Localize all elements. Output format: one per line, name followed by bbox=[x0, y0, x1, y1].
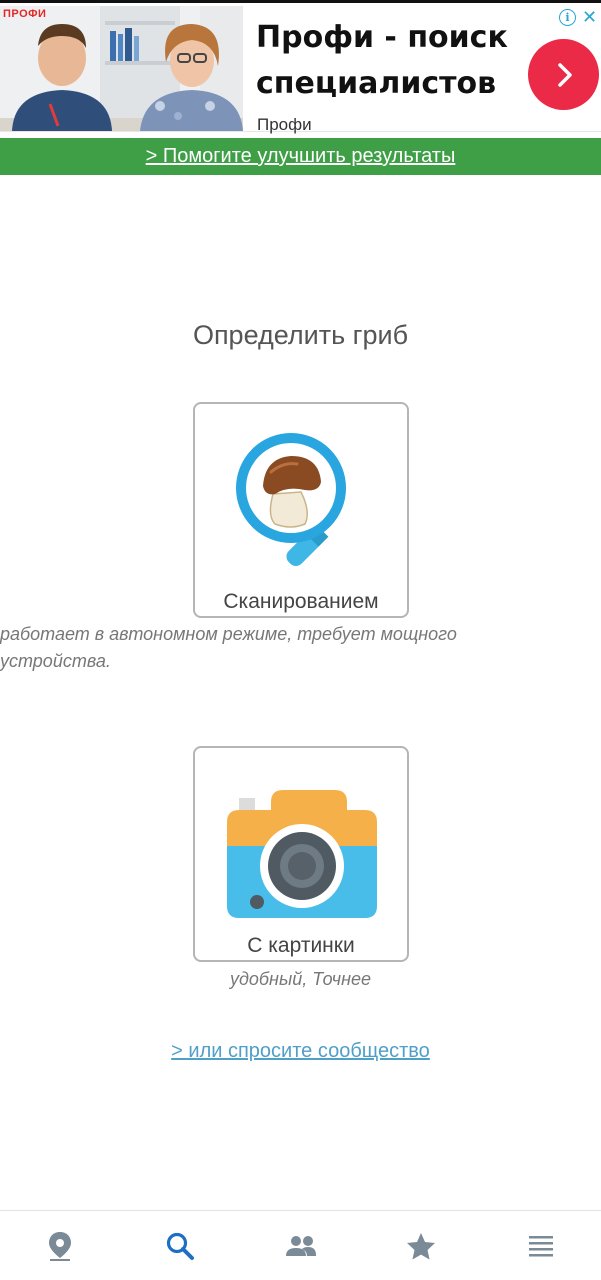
nav-item-search[interactable] bbox=[120, 1211, 240, 1280]
ad-info-icon[interactable]: i bbox=[559, 9, 576, 26]
mushroom-magnifier-icon bbox=[236, 433, 346, 566]
community-icon bbox=[285, 1235, 316, 1256]
feedback-banner: > Помогите улучшить результаты bbox=[0, 138, 601, 175]
photo-option-button[interactable]: С картинки bbox=[193, 746, 409, 962]
bottom-navigation bbox=[0, 1210, 601, 1280]
improve-results-link[interactable]: > Помогите улучшить результаты bbox=[146, 145, 456, 167]
chevron-right-icon bbox=[557, 62, 572, 87]
ad-brand-logo: ПРОФИ bbox=[3, 8, 47, 20]
ad-banner[interactable]: ПРОФИ Профи - поиск специалистов Профи i… bbox=[0, 0, 601, 134]
nav-item-menu[interactable] bbox=[481, 1211, 601, 1280]
nav-item-community[interactable] bbox=[240, 1211, 360, 1280]
photo-option-description: удобный, Точнее bbox=[229, 969, 372, 989]
scan-option-button[interactable]: Сканированием bbox=[193, 402, 409, 618]
nav-item-favorites[interactable] bbox=[361, 1211, 481, 1280]
ask-community-link[interactable]: > или спросите сообщество bbox=[171, 1040, 430, 1062]
photo-option-label: С картинки bbox=[247, 934, 355, 957]
ad-title[interactable]: Профи - поиск специалистов bbox=[256, 15, 526, 107]
star-icon bbox=[406, 1232, 435, 1259]
search-icon bbox=[167, 1232, 195, 1260]
ad-close-icon[interactable]: ✕ bbox=[582, 8, 597, 26]
ad-photo[interactable]: ПРОФИ bbox=[0, 6, 243, 131]
camera-icon bbox=[227, 790, 377, 918]
page-title: Определить гриб bbox=[192, 320, 409, 350]
community-link-wrapper: > или спросите сообщество bbox=[0, 1040, 601, 1063]
nav-item-map[interactable] bbox=[0, 1211, 120, 1280]
scan-option-label: Сканированием bbox=[223, 590, 379, 613]
ad-open-button[interactable] bbox=[528, 39, 599, 110]
scan-option-description: работает в автономном режиме, требует мо… bbox=[0, 624, 457, 671]
map-pin-icon bbox=[49, 1231, 72, 1261]
ad-source: Профи bbox=[257, 115, 312, 134]
menu-icon bbox=[528, 1235, 553, 1256]
